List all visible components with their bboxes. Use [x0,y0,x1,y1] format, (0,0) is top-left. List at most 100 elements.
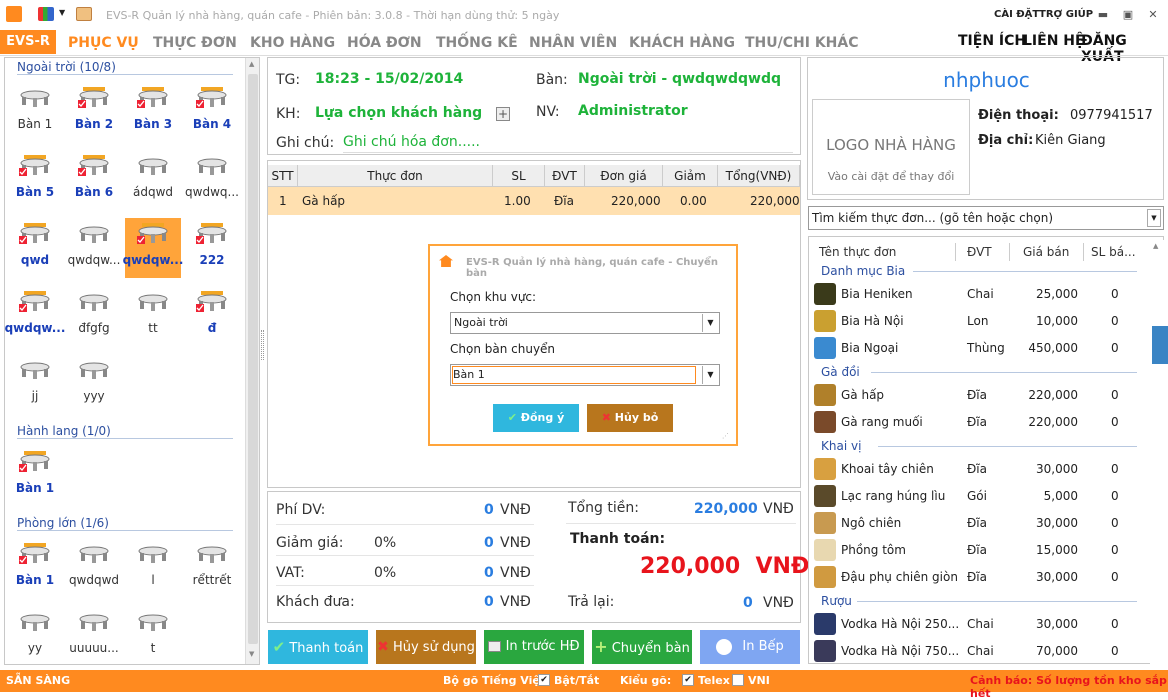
column-header-total[interactable]: Tổng(VNĐ) [718,165,800,187]
table-tile[interactable]: Bàn 2 [66,82,122,142]
menu-lien-he[interactable]: LIÊN HỆ [1023,33,1085,49]
discount-pct[interactable]: 0% [374,535,396,551]
table-tile[interactable]: Bàn 6 [66,150,122,210]
menu-scrollbar-thumb[interactable] [1152,326,1168,364]
close-icon[interactable]: ✕ [1146,8,1160,22]
table-row[interactable]: 1 Gà hấp 1.00 Đĩa 220,000 0.00 220,000 [268,187,800,215]
menu-thu-chi[interactable]: THU/CHI KHÁC [745,32,859,54]
table-tile[interactable]: l [125,538,181,598]
menu-item-row[interactable]: Ngô chiên Đĩa 30,000 0 [809,510,1151,537]
vn-toggle-checkbox[interactable]: ✔ [538,674,550,686]
menu-tien-ich[interactable]: TIỆN ÍCH [958,33,1026,49]
confirm-button[interactable]: ✔ Đồng ý [493,404,579,432]
maximize-icon[interactable]: ▣ [1121,8,1135,22]
service-fee-value[interactable]: 0 [484,502,494,518]
column-header-price[interactable]: Đơn giá [585,165,663,187]
area-select[interactable]: Ngoài trời ▼ [450,312,720,334]
cancel-button[interactable]: ✖ Hủy bỏ [587,404,673,432]
menu-list-scrollbar[interactable]: ▲ [1150,240,1164,664]
print-preview-button[interactable]: In trước HĐ [484,630,584,664]
menu-khach-hang[interactable]: KHÁCH HÀNG [629,32,735,54]
transfer-table-button[interactable]: + Chuyển bàn [592,630,692,664]
table-tile[interactable]: Bàn 1 [7,82,63,142]
vni-checkbox[interactable] [732,674,744,686]
menu-thuc-don[interactable]: THỰC ĐƠN [153,32,237,54]
table-tile[interactable]: 222 [184,218,240,278]
note-input[interactable]: Ghi chú hóa đơn..... [343,134,480,150]
column-header-item[interactable]: Thực đơn [298,165,493,187]
table-tile[interactable]: qwdqw... [5,286,65,346]
pay-button[interactable]: ✔ Thanh toán [268,630,368,664]
customer-select[interactable]: Lựa chọn khách hàng [315,105,482,121]
table-tile[interactable]: uuuuu... [66,606,122,666]
table-tile[interactable]: Bàn 3 [125,82,181,142]
column-header-discount[interactable]: Giảm [663,165,718,187]
help-link[interactable]: TRỢ GIÚP [1039,9,1093,20]
menu-kho-hang[interactable]: KHO HÀNG [250,32,335,54]
menu-col-sold[interactable]: SL bá... [1091,241,1136,263]
dropdown-icon[interactable]: ▼ [59,8,65,17]
minimize-icon[interactable]: ▬ [1096,8,1110,22]
column-header-stt[interactable]: STT [268,165,298,187]
menu-phuc-vu[interactable]: PHỤC VỤ [68,32,139,54]
add-customer-icon[interactable]: + [496,107,510,121]
table-tile[interactable]: Bàn 1 [7,446,63,506]
table-tile[interactable]: qwd [7,218,63,278]
menu-item-row[interactable]: Bia Ngoại Thùng 450,000 0 [809,335,1151,362]
column-header-qty[interactable]: SL [493,165,545,187]
table-tile[interactable]: Bàn 1 [7,538,63,598]
scroll-up-icon[interactable]: ▲ [249,60,254,68]
menu-item-row[interactable]: Phồng tôm Đĩa 15,000 0 [809,537,1151,564]
settings-link[interactable]: CÀI ĐẶT [994,9,1039,20]
chevron-down-icon[interactable]: ▼ [702,314,718,332]
brand-button[interactable]: EVS-R [0,30,56,54]
table-tile[interactable]: qwdqwd [66,538,122,598]
logo-placeholder[interactable]: LOGO NHÀ HÀNG Vào cài đặt để thay đổi [812,99,970,195]
menu-item-row[interactable]: Đậu phụ chiên giòn Đĩa 30,000 0 [809,564,1151,591]
menu-col-price[interactable]: Giá bán [1023,241,1069,263]
table-tile[interactable]: Bàn 4 [184,82,240,142]
menu-item-row[interactable]: Bia Heniken Chai 25,000 0 [809,281,1151,308]
menu-hoa-don[interactable]: HÓA ĐƠN [347,32,422,54]
menu-nhan-vien[interactable]: NHÂN VIÊN [529,32,617,54]
menu-thong-ke[interactable]: THỐNG KÊ [436,32,518,54]
table-tile[interactable]: ádqwd [125,150,181,210]
table-tile[interactable]: Bàn 5 [7,150,63,210]
table-select[interactable]: Bàn 1 ▼ [450,364,720,386]
table-tile[interactable]: yy [7,606,63,666]
column-header-unit[interactable]: ĐVT [545,165,585,187]
resize-grip-icon[interactable]: ⋰ [722,432,729,440]
telex-checkbox[interactable]: ✔ [682,674,694,686]
kitchen-print-button[interactable]: In Bếp [700,630,800,664]
scroll-up-icon[interactable]: ▲ [1153,242,1158,250]
menu-item-row[interactable]: Khoai tây chiên Đĩa 30,000 0 [809,456,1151,483]
splitter-grip[interactable] [261,330,264,360]
menu-item-row[interactable]: Lạc rang húng lìu Gói 5,000 0 [809,483,1151,510]
chevron-down-icon[interactable]: ▼ [1147,209,1161,227]
paid-value[interactable]: 0 [484,594,494,610]
vat-pct[interactable]: 0% [374,565,396,581]
table-tile[interactable]: tt [125,286,181,346]
menu-item-row[interactable]: Bia Hà Nội Lon 10,000 0 [809,308,1151,335]
menu-item-row[interactable]: Vodka Hà Nội 250... Chai 30,000 0 [809,611,1151,638]
chart-icon[interactable] [38,7,54,21]
table-tile[interactable]: đfgfg [66,286,122,346]
menu-item-row[interactable]: Gà rang muối Đĩa 220,000 0 [809,409,1151,436]
menu-item-row[interactable]: Gà hấp Đĩa 220,000 0 [809,382,1151,409]
menu-col-name[interactable]: Tên thực đơn [819,241,896,263]
menu-col-unit[interactable]: ĐVT [967,241,992,263]
table-map-scrollbar[interactable]: ▲ ▼ [245,58,259,664]
keyboard-icon[interactable] [76,7,92,21]
table-tile[interactable]: jj [7,354,63,414]
chevron-down-icon[interactable]: ▼ [702,366,718,384]
cancel-use-button[interactable]: ✖ Hủy sử dụng [376,630,476,664]
table-tile[interactable]: qwdqw... [66,218,122,278]
table-tile[interactable]: qwdqw... [123,218,183,278]
table-tile[interactable]: yyy [66,354,122,414]
table-tile[interactable]: rểttrết [184,538,240,598]
menu-item-row[interactable]: Vodka Hà Nội 750... Chai 70,000 0 [809,638,1151,663]
menu-search-input[interactable]: Tìm kiếm thực đơn... (gõ tên hoặc chọn) … [808,206,1164,230]
table-tile[interactable]: t [125,606,181,666]
scroll-down-icon[interactable]: ▼ [249,650,254,658]
scrollbar-thumb[interactable] [248,74,258,644]
